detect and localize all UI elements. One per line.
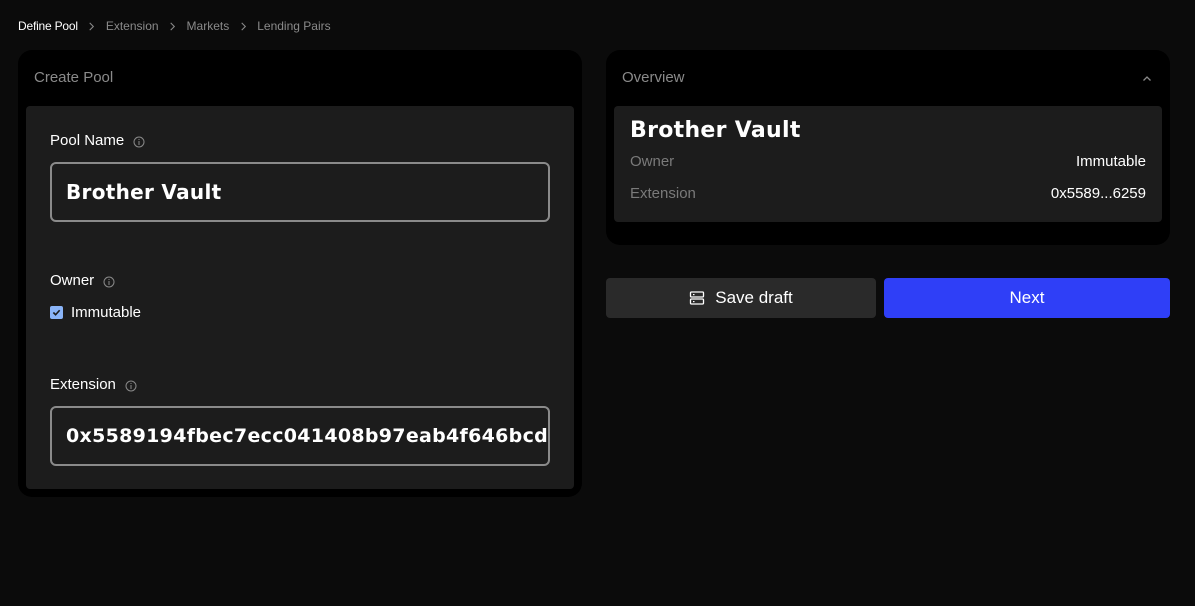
create-pool-form: Pool Name Brother Vault Owner Immutable … (26, 106, 574, 489)
owner-label-row: Owner (50, 272, 115, 289)
save-draft-label: Save draft (715, 288, 793, 307)
overview-owner-value: Immutable (1075, 153, 1146, 170)
chevron-right-icon (159, 18, 187, 34)
overview-row-owner: Owner Immutable (630, 153, 1146, 170)
overview-pool-name: Brother Vault (630, 118, 801, 143)
overview-title: Overview (622, 69, 685, 86)
server-icon (689, 290, 705, 306)
immutable-checkbox-label: Immutable (71, 304, 142, 321)
immutable-checkbox-row[interactable]: Immutable (50, 304, 141, 321)
pool-name-label: Pool Name (50, 132, 125, 149)
overview-extension-value: 0x5589...6259 (1050, 185, 1146, 202)
pool-name-input[interactable]: Brother Vault (50, 162, 550, 222)
extension-input[interactable]: 0x5589194fbec7ecc041408b97eab4f646bcd (50, 406, 550, 466)
create-pool-title: Create Pool (34, 69, 114, 86)
next-button[interactable]: Next (884, 278, 1170, 318)
extension-label-row: Extension (50, 376, 137, 393)
pool-name-input-value: Brother Vault (66, 180, 222, 204)
overview-owner-key: Owner (630, 153, 675, 170)
pool-name-label-row: Pool Name (50, 132, 145, 149)
breadcrumb-item-lending-pairs[interactable]: Lending Pairs (257, 19, 330, 33)
chevron-up-icon[interactable] (1140, 72, 1154, 86)
breadcrumb: Define Pool Extension Markets Lending Pa… (18, 18, 331, 34)
breadcrumb-item-extension[interactable]: Extension (106, 19, 159, 33)
immutable-checkbox[interactable] (50, 306, 63, 319)
overview-extension-key: Extension (630, 185, 696, 202)
create-pool-card: Create Pool Pool Name Brother Vault Owne… (18, 50, 582, 497)
extension-label: Extension (50, 376, 116, 393)
info-icon[interactable] (103, 275, 115, 287)
info-icon[interactable] (133, 135, 145, 147)
save-draft-button[interactable]: Save draft (606, 278, 876, 318)
breadcrumb-item-define-pool[interactable]: Define Pool (18, 19, 78, 33)
overview-row-extension: Extension 0x5589...6259 (630, 185, 1146, 202)
owner-label: Owner (50, 272, 95, 289)
overview-card: Overview Brother Vault Owner Immutable E… (606, 50, 1170, 245)
chevron-right-icon (78, 18, 106, 34)
chevron-right-icon (229, 18, 257, 34)
next-label: Next (1009, 288, 1045, 307)
extension-input-value: 0x5589194fbec7ecc041408b97eab4f646bcd (66, 425, 549, 447)
info-icon[interactable] (125, 379, 137, 391)
overview-details: Brother Vault Owner Immutable Extension … (614, 106, 1162, 222)
breadcrumb-item-markets[interactable]: Markets (187, 19, 230, 33)
